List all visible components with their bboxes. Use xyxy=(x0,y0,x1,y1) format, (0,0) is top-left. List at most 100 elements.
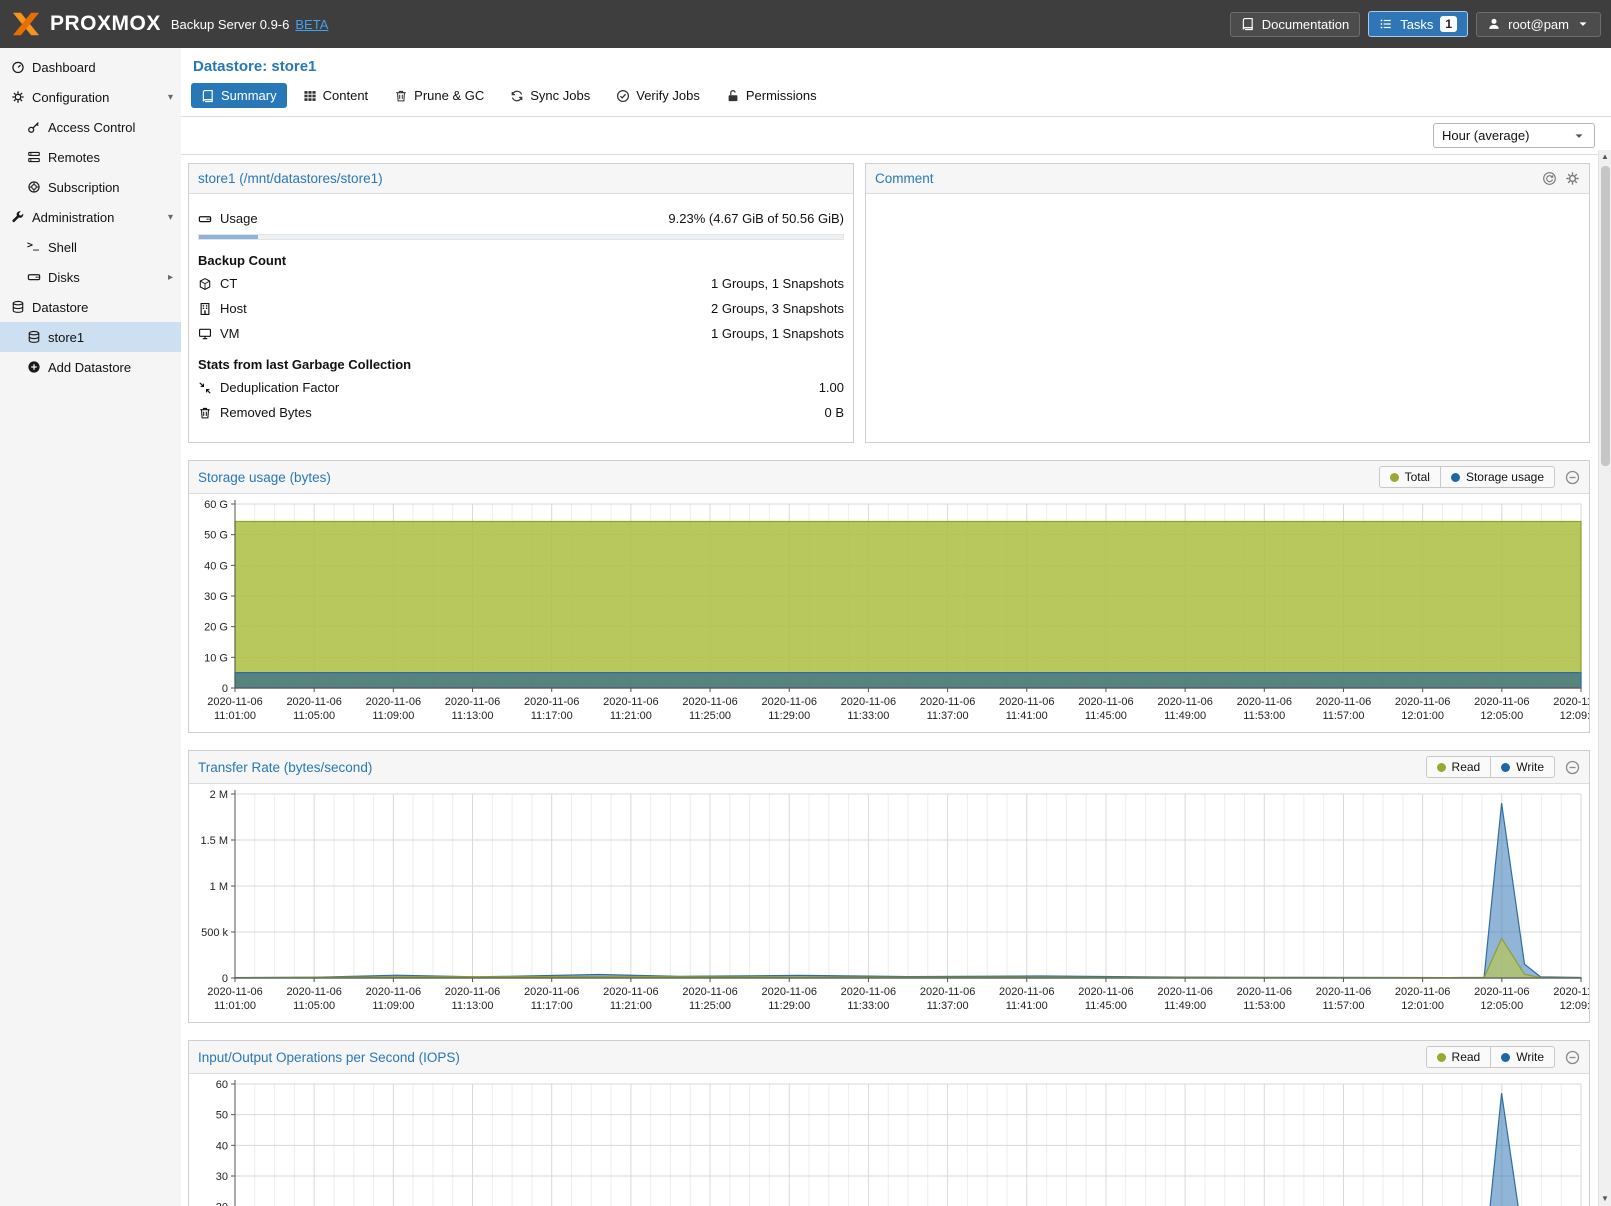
tab-summary[interactable]: Summary xyxy=(191,83,287,108)
expand-arrow-icon[interactable]: ▸ xyxy=(168,272,173,283)
tab-content[interactable]: Content xyxy=(293,83,379,108)
svg-text:12:01:00: 12:01:00 xyxy=(1401,1000,1444,1012)
documentation-button[interactable]: Documentation xyxy=(1230,12,1360,37)
logo-text: PROXMOX xyxy=(50,12,161,36)
svg-text:2020-11-06: 2020-11-06 xyxy=(207,986,262,998)
chevron-down-icon xyxy=(1576,17,1590,31)
row-value: 1 Groups, 1 Snapshots xyxy=(711,326,844,341)
legend-item-write[interactable]: Write xyxy=(1491,1046,1555,1068)
svg-text:0: 0 xyxy=(222,973,228,985)
legend-label: Storage usage xyxy=(1466,470,1544,484)
comment-panel: Comment xyxy=(865,163,1590,443)
svg-text:11:09:00: 11:09:00 xyxy=(372,1000,414,1012)
svg-text:11:05:00: 11:05:00 xyxy=(293,710,335,722)
book-icon xyxy=(1241,17,1255,31)
user-menu-button[interactable]: root@pam xyxy=(1476,12,1601,37)
main-content: Datastore: store1 Summary Content Prune … xyxy=(181,48,1611,1206)
task-list-icon xyxy=(1379,17,1393,31)
svg-text:11:53:00: 11:53:00 xyxy=(1243,710,1285,722)
comment-panel-body[interactable] xyxy=(866,194,1589,442)
app-title: Backup Server 0.9-6 xyxy=(171,17,290,32)
svg-text:11:13:00: 11:13:00 xyxy=(452,1000,494,1012)
legend-item-read[interactable]: Read xyxy=(1426,756,1492,778)
legend-item-read[interactable]: Read xyxy=(1426,1046,1492,1068)
svg-text:11:37:00: 11:37:00 xyxy=(927,1000,969,1012)
collapse-chart-button[interactable] xyxy=(1565,760,1580,775)
tasks-button[interactable]: Tasks 1 xyxy=(1368,11,1468,37)
tab-label: Content xyxy=(323,88,369,103)
timeframe-select[interactable]: Hour (average) xyxy=(1433,123,1595,148)
svg-text:500 k: 500 k xyxy=(201,927,228,939)
collapse-chart-button[interactable] xyxy=(1565,1050,1580,1065)
timeframe-value: Hour (average) xyxy=(1442,128,1529,143)
iops-panel-header: Input/Output Operations per Second (IOPS… xyxy=(189,1041,1589,1074)
vertical-scrollbar[interactable]: ▲ ▼ xyxy=(1598,150,1611,1206)
tab-permissions[interactable]: Permissions xyxy=(716,83,827,108)
legend-dot xyxy=(1390,473,1399,482)
scrollbar-thumb[interactable] xyxy=(1601,166,1610,466)
legend-item-total[interactable]: Total xyxy=(1379,466,1441,488)
legend-item-storage-usage[interactable]: Storage usage xyxy=(1441,466,1555,488)
cube-icon xyxy=(198,277,212,291)
compress-icon xyxy=(198,381,212,395)
server-icon xyxy=(27,150,41,164)
svg-text:11:49:00: 11:49:00 xyxy=(1164,1000,1206,1012)
sidebar-item-dashboard[interactable]: Dashboard xyxy=(0,52,181,82)
beta-link[interactable]: BETA xyxy=(295,17,328,32)
svg-text:2020-11-06: 2020-11-06 xyxy=(920,696,975,708)
unlock-icon xyxy=(726,89,740,103)
gc-row-dedup: Deduplication Factor 1.00 xyxy=(189,375,853,400)
iops-title: Input/Output Operations per Second (IOPS… xyxy=(198,1050,460,1065)
svg-text:12:01:00: 12:01:00 xyxy=(1401,710,1444,722)
collapse-arrow-icon[interactable]: ▾ xyxy=(168,92,173,103)
svg-text:60 G: 60 G xyxy=(204,499,228,511)
legend-dot xyxy=(1437,1053,1446,1062)
comment-panel-header: Comment xyxy=(866,164,1589,194)
row-label: Deduplication Factor xyxy=(220,380,339,395)
collapse-arrow-icon[interactable]: ▾ xyxy=(168,212,173,223)
svg-text:11:41:00: 11:41:00 xyxy=(1006,1000,1048,1012)
iops-panel: Input/Output Operations per Second (IOPS… xyxy=(188,1040,1590,1206)
proxmox-logo: PROXMOX xyxy=(10,10,161,38)
scroll-up-arrow-icon[interactable]: ▲ xyxy=(1599,150,1611,164)
svg-text:20 G: 20 G xyxy=(204,622,228,634)
sidebar-item-disks[interactable]: Disks ▸ xyxy=(0,262,181,292)
sidebar-item-datastore[interactable]: Datastore xyxy=(0,292,181,322)
sidebar-item-store1[interactable]: store1 xyxy=(0,322,181,352)
tab-prune-gc[interactable]: Prune & GC xyxy=(384,83,494,108)
reload-circle-icon[interactable] xyxy=(1542,171,1557,186)
svg-text:30 G: 30 G xyxy=(204,591,228,603)
svg-text:2020-11-06: 2020-11-06 xyxy=(762,986,817,998)
tab-verify-jobs[interactable]: Verify Jobs xyxy=(606,83,710,108)
legend-label: Read xyxy=(1452,760,1481,774)
sidebar-item-access-control[interactable]: Access Control xyxy=(0,112,181,142)
svg-text:11:57:00: 11:57:00 xyxy=(1322,1000,1364,1012)
svg-text:11:09:00: 11:09:00 xyxy=(372,710,414,722)
sidebar-item-administration[interactable]: Administration ▾ xyxy=(0,202,181,232)
storage-usage-panel-header: Storage usage (bytes) Total Storage usag… xyxy=(189,461,1589,494)
sidebar-item-remotes[interactable]: Remotes xyxy=(0,142,181,172)
user-icon xyxy=(1487,17,1501,31)
sidebar-item-add-datastore[interactable]: Add Datastore xyxy=(0,352,181,382)
usage-row: Usage 9.23% (4.67 GiB of 50.56 GiB) xyxy=(189,206,853,231)
legend-label: Write xyxy=(1516,760,1544,774)
scroll-down-arrow-icon[interactable]: ▼ xyxy=(1599,1192,1611,1206)
hdd-icon xyxy=(198,212,212,226)
gear-icon[interactable] xyxy=(1565,171,1580,186)
svg-text:2020-11-06: 2020-11-06 xyxy=(999,986,1054,998)
svg-text:2020-11-06: 2020-11-06 xyxy=(1237,696,1292,708)
sidebar-item-label: Dashboard xyxy=(32,60,96,75)
top-header: PROXMOX Backup Server 0.9-6 BETA Documen… xyxy=(0,0,1611,48)
svg-text:40: 40 xyxy=(216,1140,228,1152)
sidebar-item-subscription[interactable]: Subscription xyxy=(0,172,181,202)
sidebar-item-label: Shell xyxy=(48,240,77,255)
collapse-chart-button[interactable] xyxy=(1565,470,1580,485)
legend-item-write[interactable]: Write xyxy=(1491,756,1555,778)
sidebar-item-configuration[interactable]: Configuration ▾ xyxy=(0,82,181,112)
svg-text:2020-11-06: 2020-11-06 xyxy=(999,696,1054,708)
tasks-badge: 1 xyxy=(1440,16,1457,32)
tab-sync-jobs[interactable]: Sync Jobs xyxy=(500,83,600,108)
sidebar-item-shell[interactable]: >_ Shell xyxy=(0,232,181,262)
svg-text:2020-11-06: 2020-11-06 xyxy=(366,696,421,708)
backup-count-heading: Backup Count xyxy=(189,242,853,271)
